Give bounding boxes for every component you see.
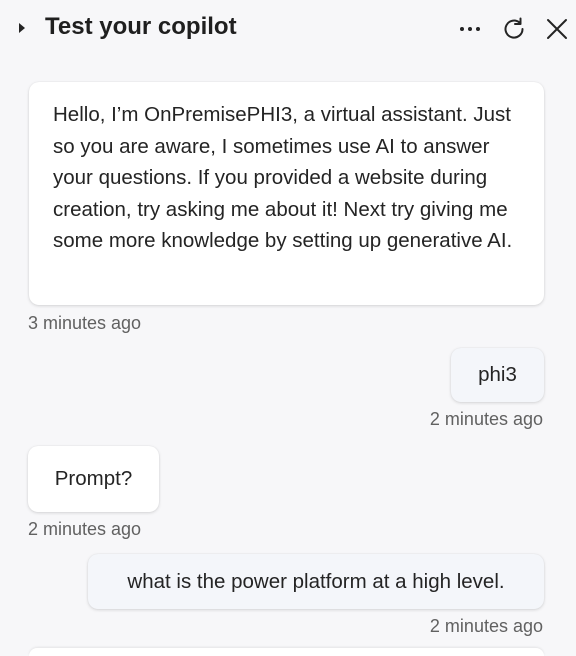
user-message-bubble: phi3 bbox=[451, 348, 544, 402]
refresh-icon bbox=[504, 17, 524, 39]
caret-right-icon[interactable] bbox=[14, 20, 30, 36]
message-timestamp: 2 minutes ago bbox=[429, 409, 543, 429]
next-message-bubble-edge bbox=[29, 648, 544, 656]
bot-message-bubble: Prompt? bbox=[28, 446, 159, 512]
message-timestamp: 2 minutes ago bbox=[429, 616, 543, 636]
user-message-bubble: what is the power platform at a high lev… bbox=[88, 554, 544, 609]
close-icon bbox=[547, 19, 567, 39]
page-title: Test your copilot bbox=[45, 13, 237, 40]
message-timestamp: 3 minutes ago bbox=[28, 313, 142, 333]
close-button[interactable] bbox=[541, 13, 573, 45]
refresh-button[interactable] bbox=[498, 13, 530, 45]
bot-message-bubble: Hello, I’m OnPremisePHI3, a virtual assi… bbox=[29, 82, 544, 305]
message-timestamp: 2 minutes ago bbox=[28, 519, 142, 539]
more-options-button[interactable] bbox=[454, 13, 486, 45]
chat-header: Test your copilot bbox=[0, 0, 576, 58]
more-horizontal-icon bbox=[460, 27, 480, 31]
